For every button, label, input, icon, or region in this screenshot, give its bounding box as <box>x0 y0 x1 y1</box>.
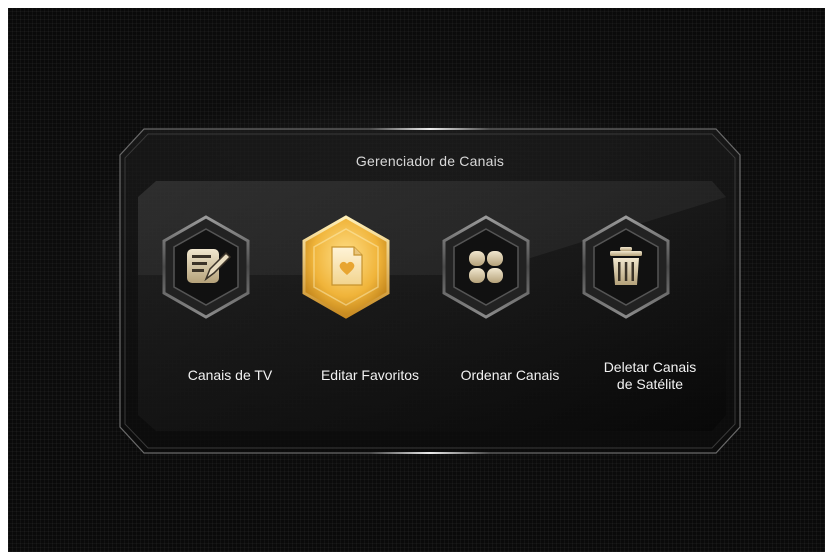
channel-manager-screen: Gerenciador de Canais Canais de TV Edita… <box>8 8 825 552</box>
menu-item-editar-favoritos[interactable]: Editar Favoritos <box>300 215 440 405</box>
four-petal-sort-icon <box>442 215 530 319</box>
menu-item-label-line2: de Satélite <box>616 376 684 392</box>
trash-can-icon <box>582 215 670 319</box>
menu-item-label: Ordenar Canais <box>460 367 560 383</box>
menu-item-deletar-canais-de-satelite[interactable]: Deletar Canais de Satélite <box>580 215 720 405</box>
edit-document-icon <box>162 215 250 319</box>
menu-item-label: Canais de TV <box>187 367 273 383</box>
channel-manager-panel: Gerenciador de Canais Canais de TV Edita… <box>116 125 744 457</box>
menu-item-label: Editar Favoritos <box>320 367 420 383</box>
favorite-document-icon <box>302 215 390 319</box>
panel-title: Gerenciador de Canais <box>355 153 505 169</box>
menu-item-label: Deletar Canais de Satélite <box>580 359 720 393</box>
menu-item-ordenar-canais[interactable]: Ordenar Canais <box>440 215 580 405</box>
menu-item-label-line1: Deletar Canais <box>603 359 697 375</box>
menu-item-canais-de-tv[interactable]: Canais de TV <box>160 215 300 405</box>
